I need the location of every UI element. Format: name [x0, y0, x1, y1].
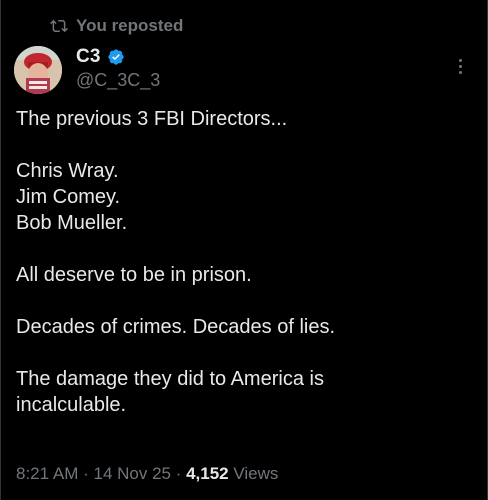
repost-indicator[interactable]: You reposted: [50, 16, 183, 36]
post-line: Bob Mueller.: [16, 212, 128, 234]
post-text: The previous 3 FBI Directors... Chris Wr…: [16, 106, 468, 418]
post-time[interactable]: 8:21 AM: [16, 464, 78, 483]
post-line: Jim Comey.: [16, 186, 121, 208]
more-options-icon[interactable]: [450, 56, 470, 76]
post-date[interactable]: 14 Nov 25: [93, 464, 171, 483]
views-label: Views: [228, 464, 279, 483]
views-count[interactable]: 4,152: [186, 464, 229, 483]
post-line: The previous 3 FBI Directors...: [16, 108, 288, 130]
post-line: Chris Wray.: [16, 160, 119, 182]
repost-icon: [50, 19, 68, 33]
post-meta: 8:21 AM · 14 Nov 25 · 4,152 Views: [16, 464, 278, 484]
meta-separator: ·: [78, 464, 94, 483]
avatar[interactable]: [14, 46, 62, 94]
post-line: incalculable.: [16, 394, 127, 416]
author-info[interactable]: C3 @C_3C_3: [76, 46, 160, 91]
meta-separator: ·: [170, 464, 187, 483]
post-line: Decades of crimes. Decades of lies.: [16, 316, 336, 338]
display-name[interactable]: C3: [76, 46, 101, 68]
avatar-image: [14, 46, 62, 94]
post-line: The damage they did to America is: [16, 368, 324, 390]
repost-label: You reposted: [76, 16, 184, 35]
post-line: All deserve to be in prison.: [16, 264, 252, 286]
handle[interactable]: @C_3C_3: [76, 70, 160, 91]
verified-badge-icon: [108, 49, 124, 65]
